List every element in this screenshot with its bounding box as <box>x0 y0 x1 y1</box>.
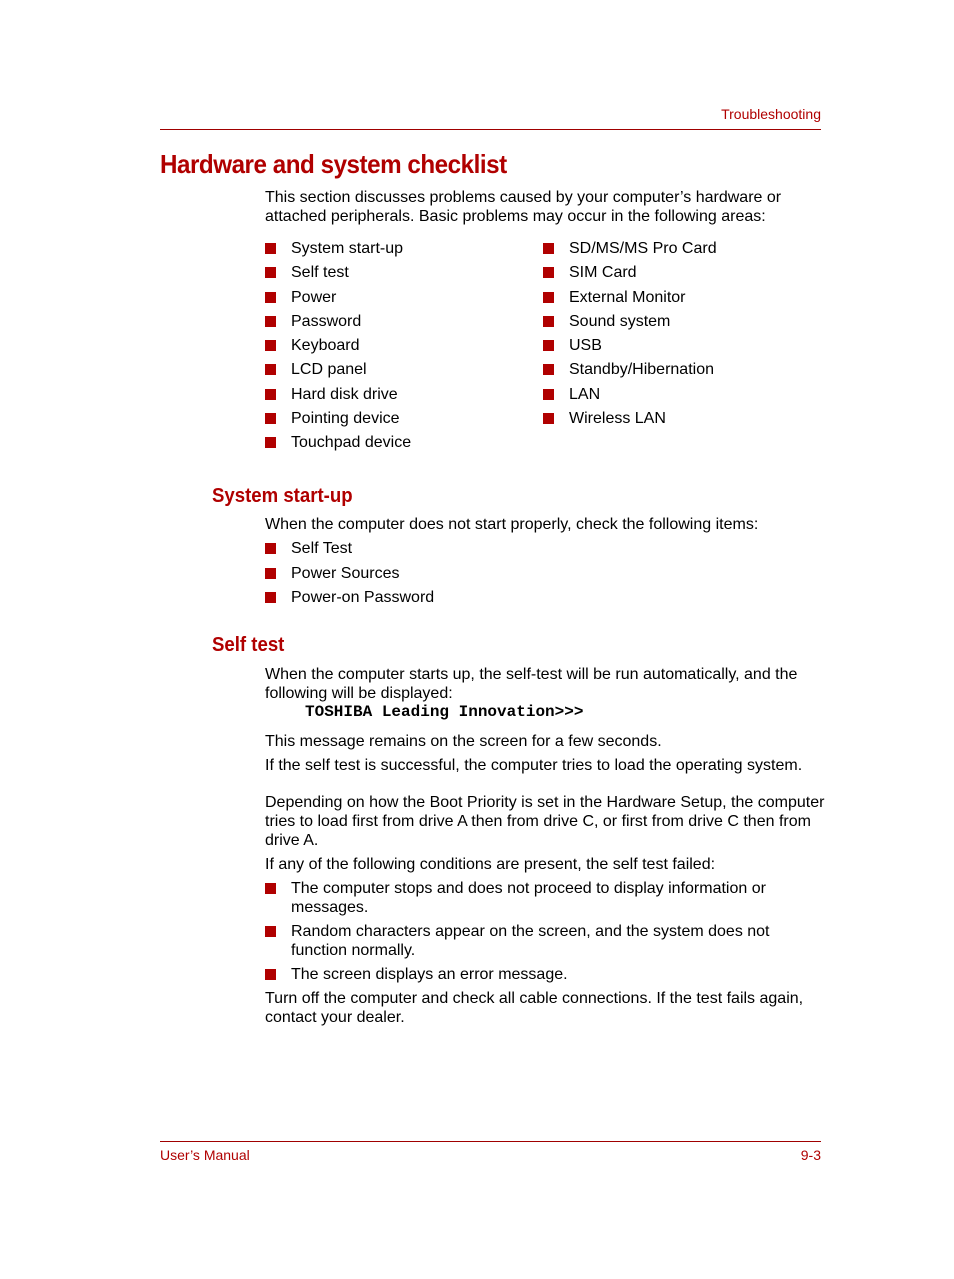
page-number: 9-3 <box>800 1147 821 1163</box>
list-item: Random characters appear on the screen, … <box>265 922 825 960</box>
self-test-action: Turn off the computer and check all cabl… <box>265 990 804 1026</box>
section-heading-system-startup: System start-up <box>212 485 353 507</box>
bullet-icon <box>265 592 276 603</box>
list-item: Power-on Password <box>265 588 434 607</box>
bullet-icon <box>265 926 276 937</box>
bullet-icon <box>543 388 554 400</box>
bullet-icon <box>265 291 276 303</box>
bullet-icon <box>265 969 276 980</box>
bullet-icon <box>543 243 554 254</box>
list-item: Pointing device <box>265 409 411 428</box>
bullet-icon <box>543 291 554 303</box>
bullet-icon <box>543 315 554 327</box>
list-item: Self Test <box>265 539 434 558</box>
list-item: Power Sources <box>265 564 434 583</box>
bullet-icon <box>543 364 554 376</box>
running-header: Troubleshooting <box>721 106 821 122</box>
list-item: Power <box>265 288 411 307</box>
bullet-icon <box>265 437 276 449</box>
list-item: LCD panel <box>265 360 411 379</box>
list-item: SD/MS/MS Pro Card <box>543 239 717 258</box>
bullet-icon <box>265 883 276 894</box>
self-test-boot: Depending on how the Boot Priority is se… <box>265 794 825 849</box>
footer-rule <box>160 1141 821 1142</box>
list-item: Standby/Hibernation <box>543 360 717 379</box>
areas-list-left: System start-up Self test Power Password… <box>265 239 411 452</box>
boot-message: TOSHIBA Leading Innovation>>> <box>305 703 584 721</box>
bullet-icon <box>265 388 276 400</box>
self-test-conditions-intro: If any of the following conditions are p… <box>265 856 716 873</box>
header-rule <box>160 129 821 130</box>
list-item: System start-up <box>265 239 411 258</box>
list-item: SIM Card <box>543 263 717 282</box>
bullet-icon <box>265 340 276 352</box>
intro-paragraph: This section discusses problems caused b… <box>265 189 782 225</box>
bullet-icon <box>543 340 554 352</box>
system-startup-text: When the computer does not start properl… <box>265 516 759 533</box>
bullet-icon <box>265 243 276 254</box>
list-item: Wireless LAN <box>543 409 717 428</box>
list-item: LAN <box>543 385 717 404</box>
footer-manual-title: User’s Manual <box>160 1147 250 1163</box>
bullet-icon <box>543 267 554 279</box>
areas-list-right: SD/MS/MS Pro Card SIM Card External Moni… <box>543 239 717 428</box>
self-test-remain: This message remains on the screen for a… <box>265 733 662 750</box>
self-test-success: If the self test is successful, the comp… <box>265 757 803 774</box>
list-item: Self test <box>265 263 411 282</box>
bullet-icon <box>265 543 276 554</box>
bullet-icon <box>265 315 276 327</box>
list-item: USB <box>543 336 717 355</box>
list-item: Hard disk drive <box>265 385 411 404</box>
self-test-text: When the computer starts up, the self-te… <box>265 666 798 702</box>
self-test-conditions-list: The computer stops and does not proceed … <box>265 879 825 984</box>
list-item: Sound system <box>543 312 717 331</box>
list-item: The computer stops and does not proceed … <box>265 879 825 917</box>
list-item: Touchpad device <box>265 433 411 452</box>
bullet-icon <box>265 567 276 579</box>
list-item: Password <box>265 312 411 331</box>
page-title: Hardware and system checklist <box>160 149 507 179</box>
system-startup-list: Self Test Power Sources Power-on Passwor… <box>265 539 434 607</box>
list-item: The screen displays an error message. <box>265 965 825 984</box>
bullet-icon <box>543 413 554 425</box>
list-item: Keyboard <box>265 336 411 355</box>
bullet-icon <box>265 364 276 376</box>
list-item: External Monitor <box>543 288 717 307</box>
bullet-icon <box>265 413 276 425</box>
bullet-icon <box>265 267 276 279</box>
section-heading-self-test: Self test <box>212 634 285 656</box>
